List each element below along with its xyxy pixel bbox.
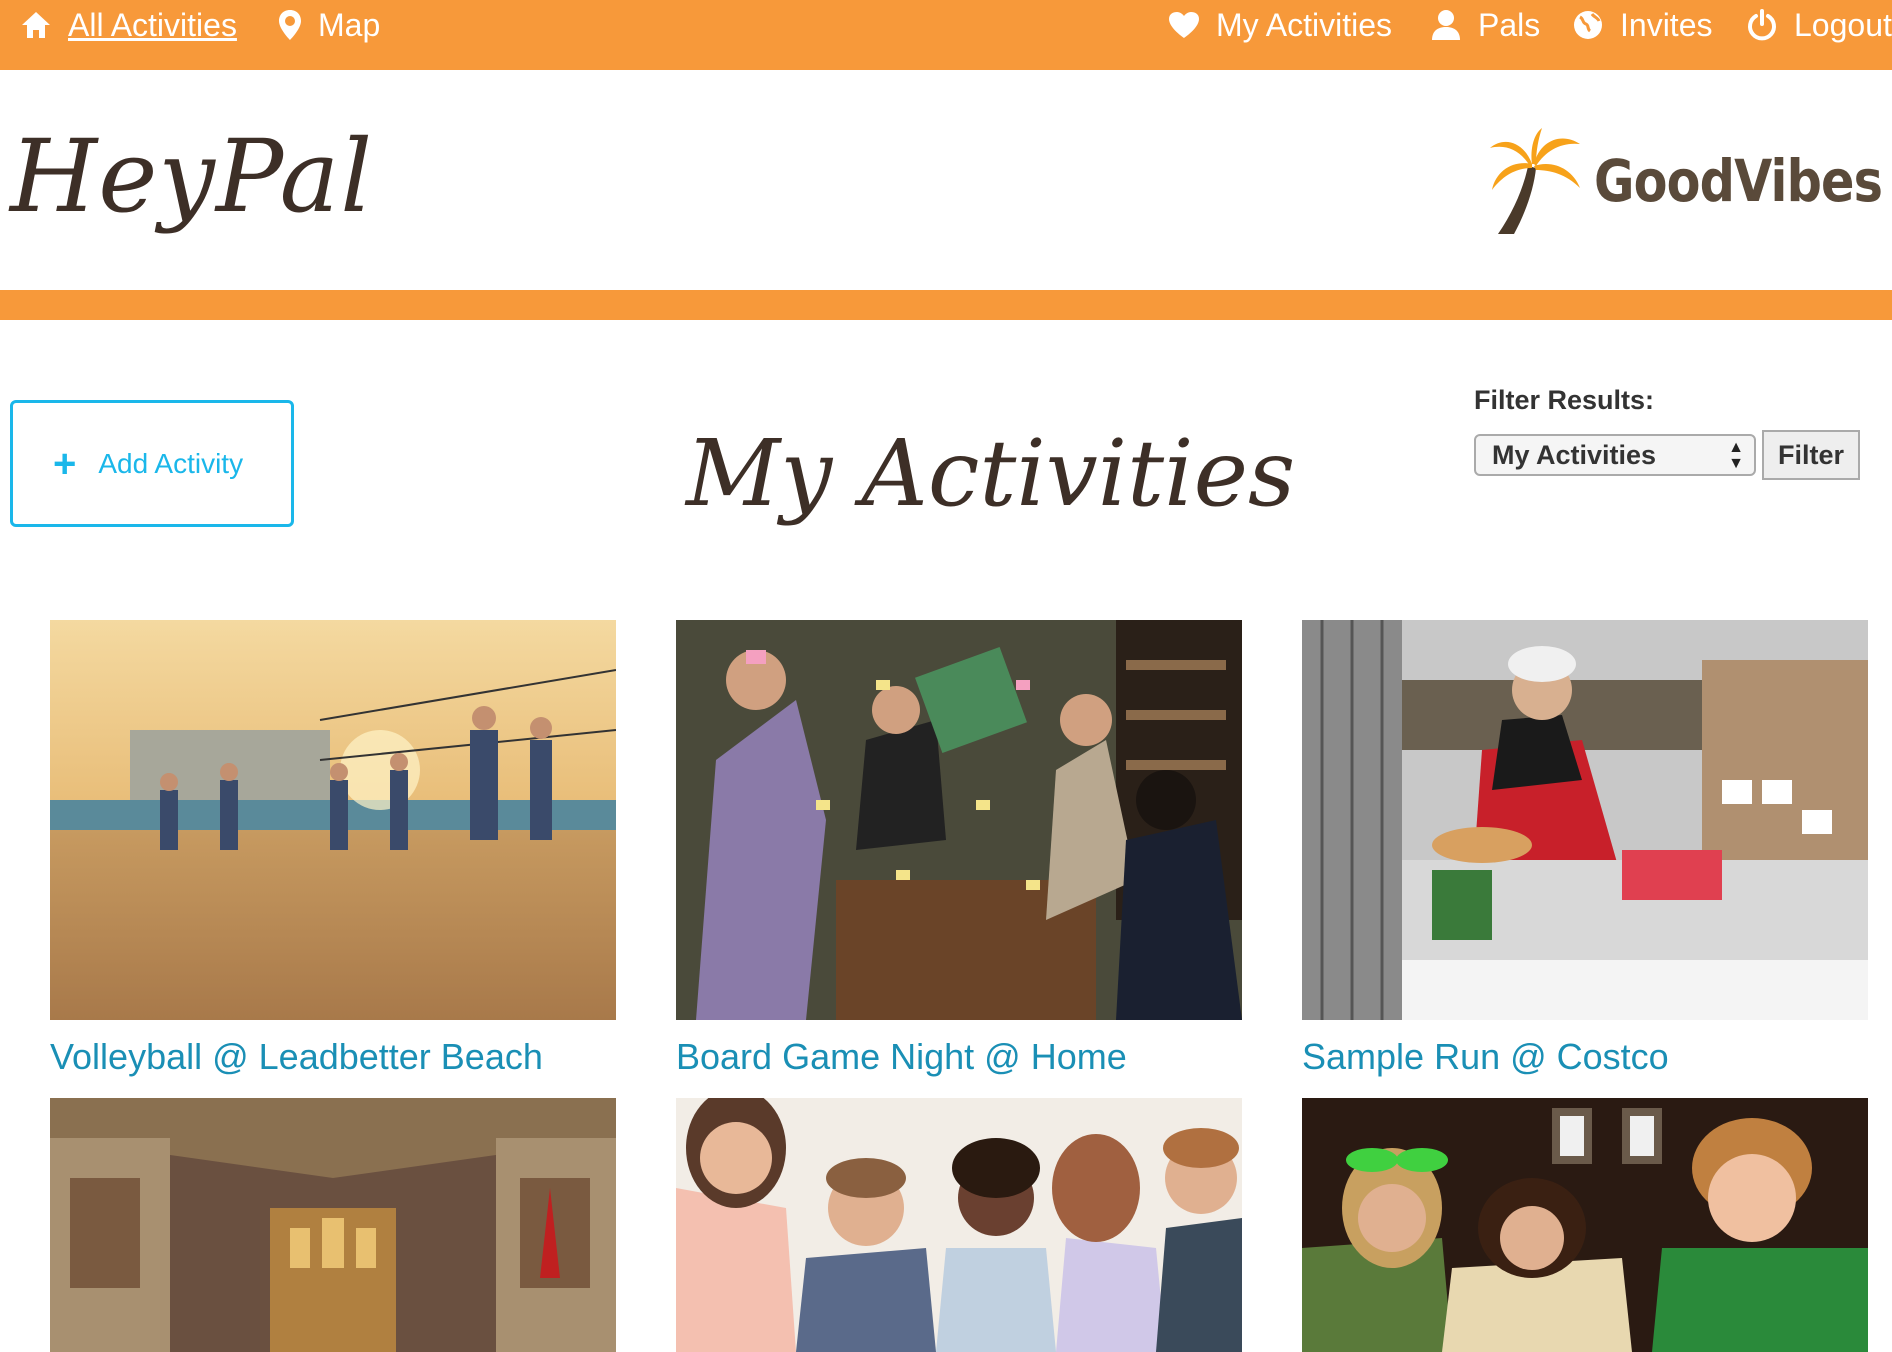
nav-my-activities-label: My Activities [1216,6,1393,43]
activity-image-board-game[interactable] [676,620,1242,1020]
header-divider [0,290,1892,320]
activity-image-volleyball[interactable] [50,620,616,1020]
power-icon [1748,9,1776,41]
board-game-photo [676,620,1242,1020]
page-title: My Activities [686,420,1296,527]
nav-all-activities-label: All Activities [68,6,237,43]
party-photo [1302,1098,1868,1352]
activity-image-costco[interactable] [1302,620,1868,1020]
add-activity-label: Add Activity [98,447,244,479]
app-logo[interactable]: HeyPal [10,118,373,235]
nav-map[interactable]: Map [278,0,380,50]
activity-title-2[interactable]: Board Game Night @ Home [676,1036,1127,1078]
nav-logout-label: Logout [1794,6,1892,43]
filter-select[interactable]: My Activities ▲ ▼ [1474,434,1756,476]
heart-icon [1169,12,1199,38]
filter-label: Filter Results: [1474,385,1655,415]
nav-my-activities[interactable]: My Activities [1168,0,1392,50]
brand-logo: GoodVibes [1484,126,1892,236]
nav-all-activities[interactable]: All Activities [20,0,237,50]
activity-image-mission[interactable] [50,1098,616,1352]
top-nav: All Activities Map My Activities Pals In… [0,0,1892,70]
activity-image-party[interactable] [1302,1098,1868,1352]
select-arrows-icon: ▲ ▼ [1728,439,1744,472]
filter-selected-value: My Activities [1492,439,1657,470]
nav-map-label: Map [318,6,381,43]
activity-title-3[interactable]: Sample Run @ Costco [1302,1036,1669,1078]
volleyball-photo [50,620,616,1020]
nav-invites-label: Invites [1620,6,1713,43]
globe-icon [1574,11,1602,39]
nav-pals-label: Pals [1478,6,1541,43]
add-activity-button[interactable]: + Add Activity [10,400,294,527]
activity-image-group[interactable] [676,1098,1242,1352]
activity-title-1[interactable]: Volleyball @ Leadbetter Beach [50,1036,543,1078]
group-photo [676,1098,1242,1352]
palm-tree-icon [1490,128,1580,234]
costco-photo [1302,620,1868,1020]
nav-pals[interactable]: Pals [1430,0,1540,50]
nav-invites[interactable]: Invites [1572,0,1712,50]
filter-button[interactable]: Filter [1762,430,1860,480]
home-icon [22,12,50,38]
plus-icon: + [53,441,77,486]
brand-name: GoodVibes [1594,147,1883,215]
mission-photo [50,1098,616,1352]
nav-logout[interactable]: Logout [1746,0,1892,50]
map-pin-icon [279,10,301,40]
user-icon [1432,10,1460,40]
